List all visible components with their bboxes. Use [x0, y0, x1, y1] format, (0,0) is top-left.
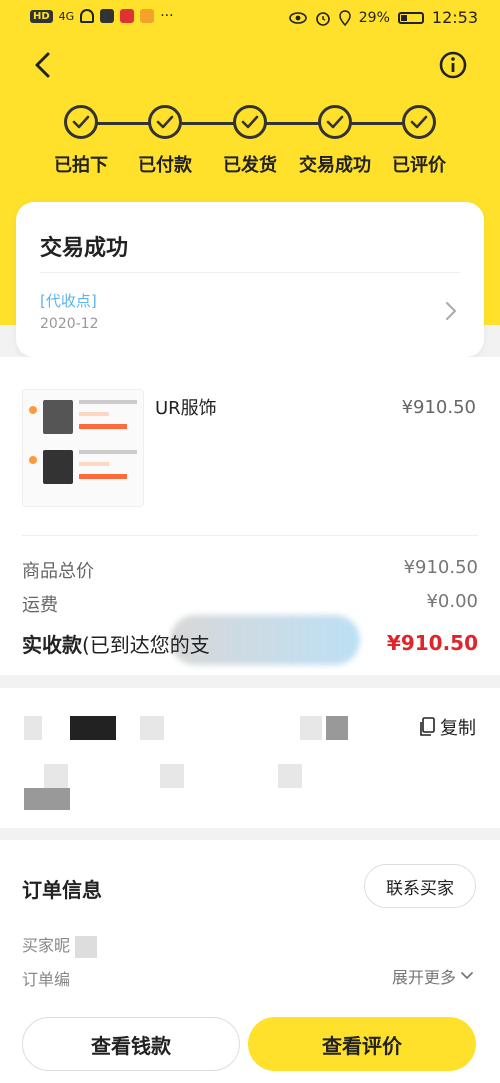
step-label: 已发货 — [223, 155, 277, 176]
step-label: 已付款 — [138, 155, 192, 176]
check-circle — [318, 105, 352, 139]
actual-received-title: 实收款 — [22, 633, 82, 657]
more-dots: ··· — [160, 8, 174, 24]
chevron-down-icon — [461, 972, 473, 979]
thumb-text — [79, 412, 109, 416]
step-label: 交易成功 — [299, 155, 371, 176]
status-bar-right: 29% 12:53 — [288, 8, 478, 27]
shipping-row: 运费 ¥0.00 — [22, 591, 478, 617]
alarm-icon — [315, 11, 330, 26]
app-icon — [120, 9, 135, 23]
redacted-block — [75, 935, 98, 958]
step-shipped: 已发货 — [205, 105, 295, 177]
goods-total-value: ¥910.50 — [403, 557, 478, 578]
view-payment-button[interactable]: 查看钱款 — [22, 1017, 240, 1071]
status-bar-left: HD 4G ··· — [30, 8, 174, 24]
redacted-block — [300, 716, 322, 740]
thumb-text — [79, 462, 109, 466]
view-review-button[interactable]: 查看评价 — [248, 1017, 476, 1071]
check-icon — [72, 115, 90, 129]
copy-icon — [420, 717, 435, 736]
shipping-address: 复制 — [0, 688, 500, 828]
thumb-row — [29, 394, 137, 440]
copy-label: 复制 — [440, 718, 476, 739]
step-paid: 已付款 — [120, 105, 210, 177]
goods-total-row: 商品总价 ¥910.50 — [22, 557, 478, 583]
order-number-row: 订单编 — [22, 966, 70, 990]
wifi-icon — [80, 9, 95, 23]
buyer-nickname-label: 买家昵 — [22, 936, 71, 955]
contact-buyer-button[interactable]: 联系买家 — [364, 864, 476, 908]
check-circle — [402, 105, 436, 139]
check-icon — [156, 115, 174, 129]
redacted-block — [24, 788, 70, 810]
redacted-block — [70, 716, 116, 740]
order-info-title: 订单信息 — [22, 878, 102, 902]
redacted-block — [44, 764, 68, 788]
redacted-block — [140, 716, 164, 740]
order-number-label: 订单编 — [22, 970, 71, 989]
item-price: ¥910.50 — [401, 397, 476, 418]
step-ordered: 已拍下 — [36, 105, 126, 177]
shipping-label: 运费 — [22, 595, 58, 616]
notification-icon — [100, 9, 115, 23]
status-bar: HD 4G ··· 29% 12:53 — [0, 0, 500, 36]
info-icon — [439, 51, 467, 79]
mail-icon — [140, 9, 155, 23]
back-button[interactable] — [28, 50, 58, 80]
divider — [40, 272, 460, 273]
thumb-image — [43, 400, 73, 434]
product-thumbnail[interactable] — [22, 389, 144, 507]
progress-steps: 已拍下 已付款 已发货 交易成功 已评价 — [0, 105, 500, 185]
step-label: 已拍下 — [54, 155, 108, 176]
thumb-dot — [29, 456, 37, 464]
eye-icon — [288, 11, 307, 24]
redacted-block — [24, 716, 42, 740]
order-status-title: 交易成功 — [40, 236, 129, 261]
battery-percent: 29% — [358, 9, 390, 26]
check-circle — [64, 105, 98, 139]
thumb-row — [29, 444, 137, 490]
thumb-image — [43, 450, 73, 484]
thumb-price — [79, 424, 127, 429]
battery-icon — [397, 11, 424, 24]
logistics-date: 2020-12 — [40, 316, 99, 332]
actual-received-note: (已到达您的支 — [82, 633, 210, 657]
step-completed: 交易成功 — [290, 105, 380, 177]
order-content: UR服饰 ¥910.50 商品总价 ¥910.50 运费 ¥0.00 实收款(已… — [0, 357, 500, 675]
expand-more-button[interactable]: 展开更多 — [392, 964, 474, 988]
clock-time: 12:53 — [431, 8, 478, 27]
logistics-info[interactable]: [代收点] — [40, 290, 97, 311]
check-icon — [410, 115, 428, 129]
check-circle — [148, 105, 182, 139]
signal-label: 4G — [58, 9, 75, 23]
thumb-dot — [29, 406, 37, 414]
expand-more-label: 展开更多 — [391, 968, 456, 987]
shop-name[interactable]: UR服饰 — [155, 394, 217, 420]
divider — [22, 535, 478, 536]
info-button[interactable] — [438, 50, 468, 80]
redacted-block — [278, 764, 302, 788]
check-circle — [233, 105, 267, 139]
chevron-right-icon[interactable] — [444, 300, 458, 322]
goods-total-label: 商品总价 — [22, 561, 94, 582]
actual-received-label: 实收款(已到达您的支 — [22, 629, 210, 658]
back-chevron-icon — [35, 52, 50, 78]
location-icon — [339, 9, 351, 26]
thumb-text — [79, 400, 137, 404]
check-icon — [241, 115, 259, 129]
buyer-nickname-row: 买家昵 — [22, 932, 98, 958]
redacted-block — [326, 716, 348, 740]
hd-badge: HD — [30, 9, 53, 23]
shipping-value: ¥0.00 — [426, 591, 478, 612]
actual-received-value: ¥910.50 — [386, 631, 478, 655]
copy-button[interactable]: 复制 — [418, 714, 476, 740]
check-icon — [326, 115, 344, 129]
step-reviewed: 已评价 — [374, 105, 464, 177]
thumb-text — [79, 450, 137, 454]
order-status-card: 交易成功 [代收点] 2020-12 — [16, 202, 484, 357]
step-label: 已评价 — [392, 155, 446, 176]
redacted-block — [160, 764, 184, 788]
thumb-price — [79, 474, 127, 479]
